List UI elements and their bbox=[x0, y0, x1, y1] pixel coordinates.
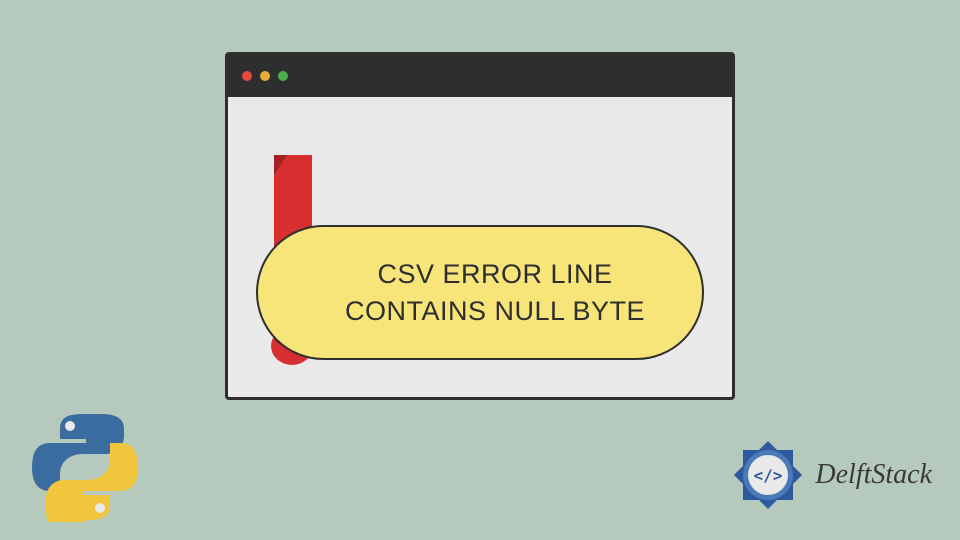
window-titlebar bbox=[228, 55, 732, 97]
delftstack-logo: </> DelftStack bbox=[729, 436, 932, 514]
delftstack-brand-text: DelftStack bbox=[815, 459, 932, 491]
error-line-1: CSV ERROR LINE bbox=[377, 259, 612, 289]
error-line-2: CONTAINS NULL BYTE bbox=[345, 296, 645, 326]
minimize-icon bbox=[260, 71, 270, 81]
maximize-icon bbox=[278, 71, 288, 81]
error-message-text: CSV ERROR LINE CONTAINS NULL BYTE bbox=[345, 256, 645, 329]
delftstack-badge-icon: </> bbox=[729, 436, 807, 514]
app-window: CSV ERROR LINE CONTAINS NULL BYTE bbox=[225, 52, 735, 400]
close-icon bbox=[242, 71, 252, 81]
svg-text:</>: </> bbox=[754, 466, 783, 485]
error-message-pill: CSV ERROR LINE CONTAINS NULL BYTE bbox=[256, 225, 704, 360]
python-logo-icon bbox=[30, 412, 140, 522]
